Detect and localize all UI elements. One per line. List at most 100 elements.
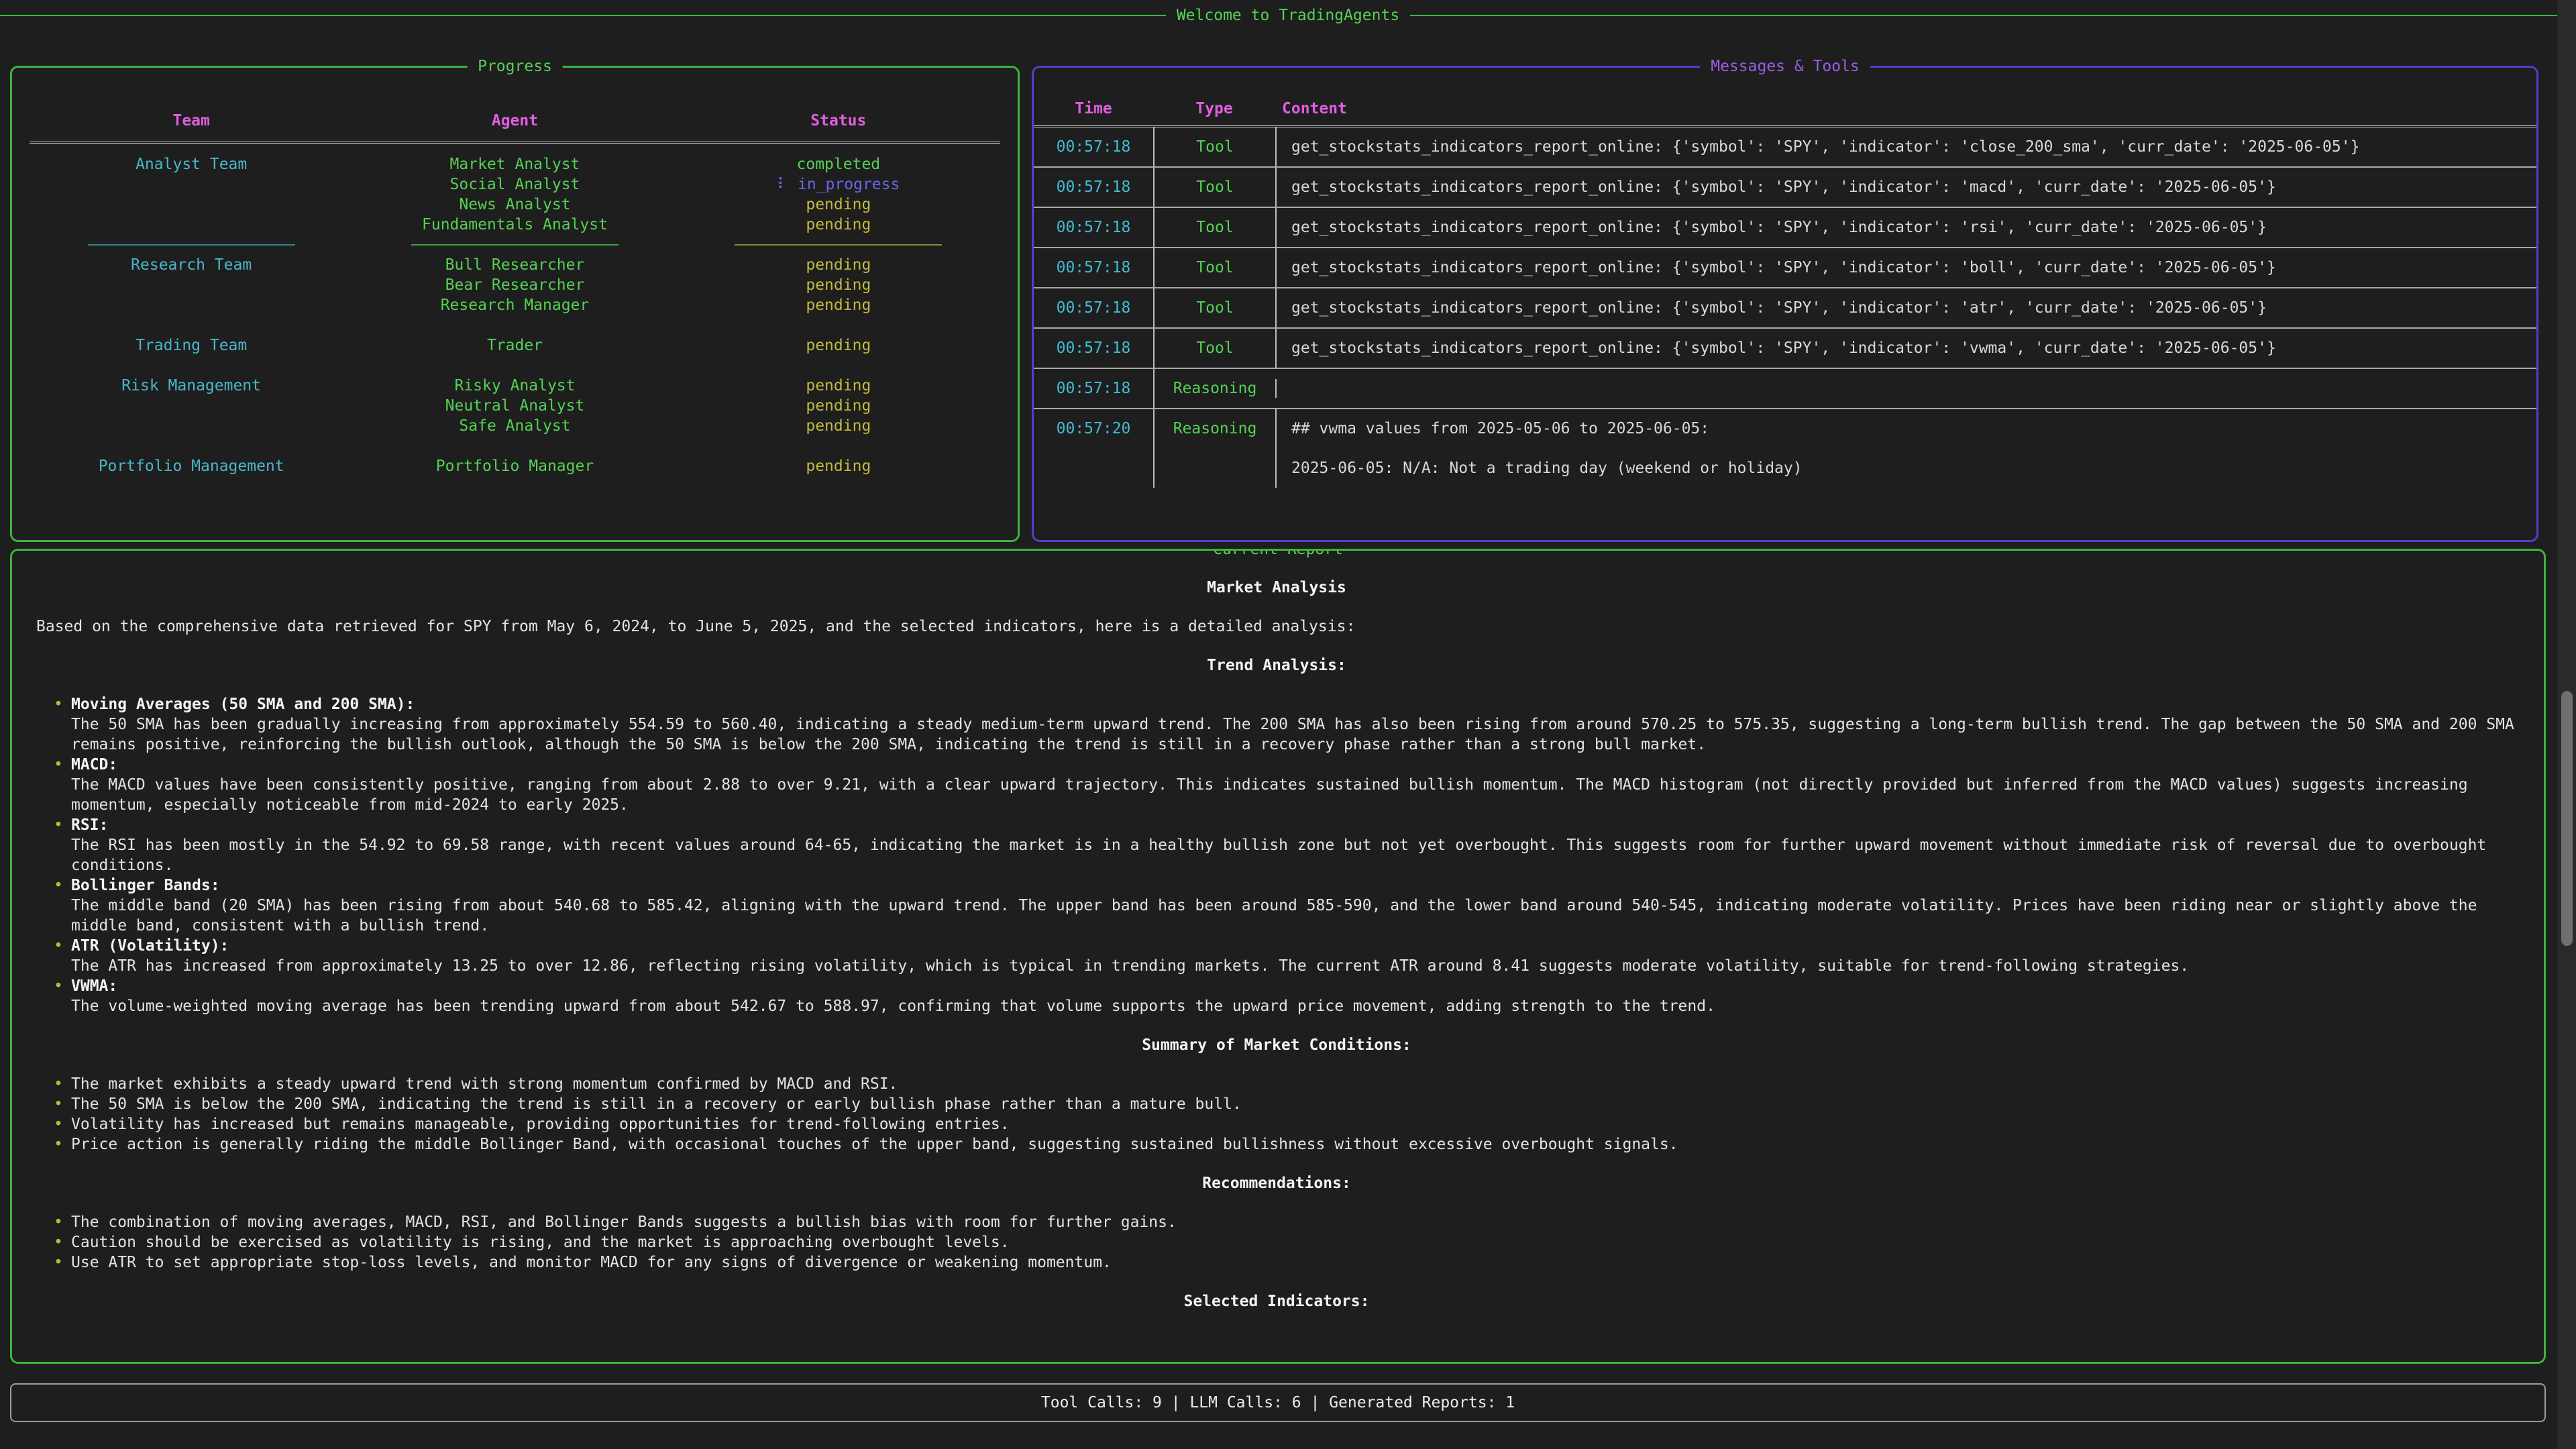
status-badge: pending [677, 215, 1000, 235]
team-group-analyst: Analyst Team Market Analyst Social Analy… [30, 154, 1000, 235]
column-header-agent: Agent [353, 111, 676, 133]
status-badge: pending [677, 335, 1000, 356]
progress-panel-title: Progress [467, 56, 563, 76]
scrollbar-thumb[interactable] [2561, 691, 2573, 946]
trend-analysis-heading: Trend Analysis: [36, 655, 2517, 676]
message-type: Tool [1153, 329, 1275, 368]
indicator-title: Bollinger Bands: [71, 875, 2517, 896]
group-separator [30, 356, 1000, 376]
group-separator [30, 315, 1000, 335]
team-group-research: Research Team Bull Researcher Bear Resea… [30, 255, 1000, 315]
message-content: get_stockstats_indicators_report_online:… [1275, 208, 2536, 247]
status-badge: ⠇ in_progress [677, 174, 1000, 195]
progress-table-header: Team Agent Status [30, 111, 1000, 133]
header-separator [30, 142, 1000, 144]
status-badge: pending [677, 195, 1000, 215]
indicator-title: MACD: [71, 755, 2517, 775]
agent-name: News Analyst [353, 195, 676, 215]
message-time: 00:57:18 [1034, 369, 1153, 408]
agent-name: Portfolio Manager [353, 456, 676, 476]
indicator-body: The volume-weighted moving average has b… [71, 998, 1715, 1015]
agent-name: Safe Analyst [353, 416, 676, 436]
message-time: 00:57:18 [1034, 208, 1153, 247]
welcome-banner: Welcome to TradingAgents [0, 4, 2576, 27]
message-content: get_stockstats_indicators_report_online:… [1275, 329, 2536, 368]
list-item: The combination of moving averages, MACD… [48, 1212, 2517, 1232]
recommendations-heading: Recommendations: [36, 1173, 2517, 1193]
list-item: RSI: The RSI has been mostly in the 54.9… [48, 815, 2517, 875]
message-time: 00:57:18 [1034, 168, 1153, 207]
banner-rule-right [1410, 15, 2576, 16]
summary-list: The market exhibits a steady upward tren… [48, 1074, 2517, 1155]
message-time: 00:57:20 [1034, 409, 1153, 448]
messages-table: Time Type Content 00:57:18 Tool get_stoc… [1034, 68, 2536, 488]
indicator-body: The RSI has been mostly in the 54.92 to … [71, 837, 2486, 874]
agent-name: Fundamentals Analyst [353, 215, 676, 235]
list-item: Moving Averages (50 SMA and 200 SMA): Th… [48, 694, 2517, 755]
indicator-body: The ATR has increased from approximately… [71, 957, 2189, 975]
message-content [1275, 379, 2536, 398]
column-header-status: Status [677, 111, 1000, 133]
progress-panel: Progress Team Agent Status Analyst Team … [10, 66, 1020, 542]
messages-table-header: Time Type Content [1034, 92, 2536, 127]
list-item: VWMA: The volume-weighted moving average… [48, 976, 2517, 1016]
message-row: 00:57:18 Tool get_stockstats_indicators_… [1034, 127, 2536, 168]
status-badge: pending [677, 295, 1000, 315]
team-group-trading: Trading Team Trader pending [30, 335, 1000, 356]
agent-name: Research Manager [353, 295, 676, 315]
agent-name: Social Analyst [353, 174, 676, 195]
message-type: Tool [1153, 168, 1275, 207]
group-separator [30, 436, 1000, 456]
recommendations-list: The combination of moving averages, MACD… [48, 1212, 2517, 1273]
indicator-title: VWMA: [71, 976, 2517, 996]
message-row: 00:57:18 Reasoning [1034, 369, 2536, 409]
status-label: in_progress [798, 176, 900, 193]
agent-name: Risky Analyst [353, 376, 676, 396]
stats-text: Tool Calls: 9 | LLM Calls: 6 | Generated… [1041, 1393, 1515, 1413]
agent-name: Neutral Analyst [353, 396, 676, 416]
status-badge: pending [677, 416, 1000, 436]
column-header-time: Time [1034, 92, 1153, 125]
group-separator [30, 235, 1000, 255]
report-intro: Based on the comprehensive data retrieve… [36, 616, 2517, 637]
message-row: 00:57:18 Tool get_stockstats_indicators_… [1034, 168, 2536, 208]
list-item: The 50 SMA is below the 200 SMA, indicat… [48, 1094, 2517, 1114]
message-row: 00:57:18 Tool get_stockstats_indicators_… [1034, 288, 2536, 329]
column-header-type: Type [1153, 92, 1275, 125]
message-content: get_stockstats_indicators_report_online:… [1275, 288, 2536, 327]
scrollbar-track[interactable] [2557, 0, 2576, 1449]
list-item: The market exhibits a steady upward tren… [48, 1074, 2517, 1094]
report-body: Market Analysis Based on the comprehensi… [12, 551, 2544, 1311]
column-header-team: Team [30, 111, 353, 133]
message-type: Tool [1153, 208, 1275, 247]
message-row: 00:57:18 Tool get_stockstats_indicators_… [1034, 208, 2536, 248]
status-badge: pending [677, 456, 1000, 476]
message-time: 00:57:18 [1034, 329, 1153, 368]
report-heading: Market Analysis [36, 578, 2517, 598]
message-row: 00:57:18 Tool get_stockstats_indicators_… [1034, 329, 2536, 369]
status-badge: completed [677, 154, 1000, 174]
agent-name: Market Analyst [353, 154, 676, 174]
message-time: 00:57:18 [1034, 127, 1153, 166]
summary-heading: Summary of Market Conditions: [36, 1035, 2517, 1055]
status-badge: pending [677, 275, 1000, 295]
current-report-panel: Current Report Market Analysis Based on … [10, 549, 2546, 1364]
team-name: Analyst Team [30, 154, 353, 235]
list-item: Bollinger Bands: The middle band (20 SMA… [48, 875, 2517, 936]
team-group-risk: Risk Management Risky Analyst Neutral An… [30, 376, 1000, 436]
list-item: Price action is generally riding the mid… [48, 1134, 2517, 1155]
agent-name: Bull Researcher [353, 255, 676, 275]
messages-tools-panel-title: Messages & Tools [1700, 56, 1870, 76]
list-item: ATR (Volatility): The ATR has increased … [48, 936, 2517, 976]
team-name: Research Team [30, 255, 353, 315]
message-content-line2: 2025-06-05: N/A: Not a trading day (week… [1291, 458, 2530, 478]
progress-table: Team Agent Status Analyst Team Market An… [12, 68, 1018, 496]
indicator-body: The MACD values have been consistently p… [71, 776, 2468, 814]
message-row: 00:57:18 Tool get_stockstats_indicators_… [1034, 248, 2536, 288]
indicator-title: RSI: [71, 815, 2517, 835]
group-separator [30, 476, 1000, 496]
agent-name: Trader [353, 335, 676, 356]
indicator-body: The middle band (20 SMA) has been rising… [71, 897, 2477, 934]
indicator-list: Moving Averages (50 SMA and 200 SMA): Th… [48, 694, 2517, 1016]
status-badge: pending [677, 255, 1000, 275]
